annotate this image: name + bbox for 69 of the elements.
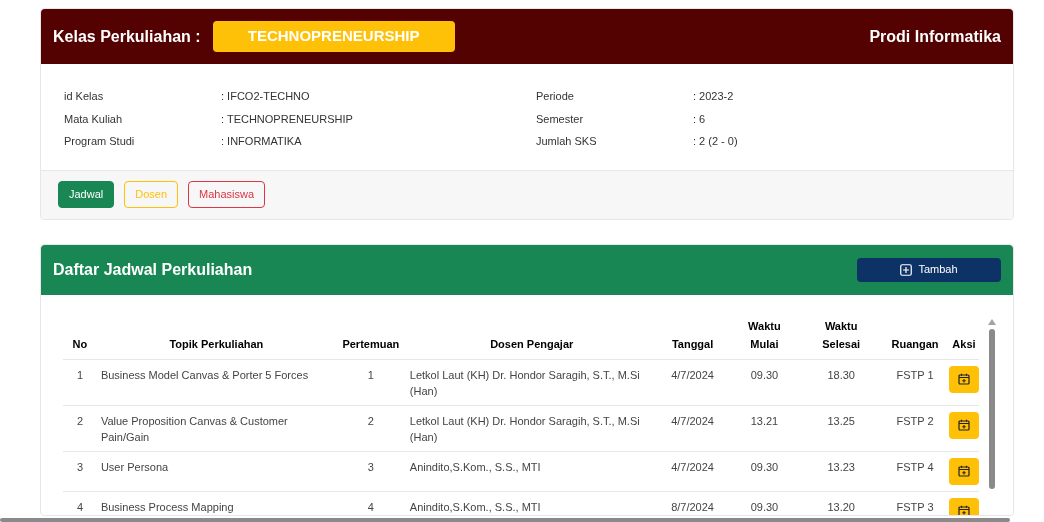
calendar-button[interactable] — [948, 411, 979, 439]
table-cell: 2 — [76, 414, 83, 427]
column-header: Tanggal — [671, 337, 714, 350]
table-cell: Business Model Canvas & Porter 5 Forces — [100, 368, 309, 381]
field-label: Semester — [536, 111, 585, 127]
calendar-button[interactable] — [948, 457, 979, 485]
card-title: Kelas Perkuliahan : — [53, 26, 201, 47]
table-cell: 13.25 — [827, 414, 855, 427]
course-title: TECHNOPRENEURSHIP — [212, 21, 455, 52]
table-cell: 4 — [76, 500, 83, 513]
table-cell: 13.20 — [827, 500, 855, 513]
field-value: : 2023-2 — [693, 89, 734, 104]
column-header: No — [72, 337, 88, 350]
card-title: Daftar Jadwal Perkuliahan — [53, 259, 253, 280]
column-header: Waktu Mulai — [747, 318, 782, 352]
tab-button[interactable]: Jadwal — [58, 181, 115, 208]
table-cell: FSTP 3 — [896, 500, 934, 513]
field-label: Mata Kuliah — [64, 111, 124, 127]
field-value: : TECHNOPRENEURSHIP — [221, 111, 353, 127]
column-header: Pertemuan — [342, 337, 400, 350]
field-value: : 6 — [693, 111, 706, 127]
program-title: Prodi Informatika — [869, 26, 1001, 47]
tab-button[interactable]: Mahasiswa — [188, 181, 266, 208]
field-value: : IFCO2-TECHNO — [221, 89, 310, 104]
plus-square-icon — [900, 263, 913, 276]
table-cell: 2 — [367, 414, 374, 427]
table-cell: 4/7/2024 — [671, 368, 714, 381]
table-cell: 09.30 — [750, 368, 779, 381]
calendar-plus-icon — [957, 419, 970, 431]
field-label: Program Studi — [64, 134, 136, 149]
table-cell: Anindito,S.Kom., S.S., MTI — [409, 500, 541, 513]
table-cell: 3 — [367, 460, 374, 473]
column-header: Dosen Pengajar — [490, 337, 574, 350]
table-cell: 13.21 — [750, 414, 779, 427]
field-label: id Kelas — [64, 89, 105, 104]
table-cell: FSTP 1 — [896, 368, 934, 381]
table-cell: 09.30 — [750, 460, 779, 473]
table-cell: Letkol Laut (KH) Dr. Hondor Saragih, S.T., M.Si (Han) — [409, 368, 640, 397]
column-header: Ruangan — [891, 337, 939, 350]
table-cell: Letkol Laut (KH) Dr. Hondor Saragih, S.T., M.Si (Han) — [409, 414, 640, 443]
table-cell: User Persona — [100, 460, 169, 473]
table-cell: 4/7/2024 — [671, 460, 714, 473]
table-cell: 18.30 — [827, 368, 855, 381]
table-cell: 13.23 — [827, 460, 855, 473]
table-cell: 4/7/2024 — [671, 414, 714, 427]
table-cell: FSTP 4 — [896, 460, 934, 473]
calendar-plus-icon — [957, 465, 970, 477]
table-cell: 1 — [367, 368, 374, 381]
calendar-button[interactable] — [948, 365, 979, 393]
table-cell: 3 — [76, 460, 83, 473]
column-header: Waktu Selesai — [821, 318, 862, 352]
table-cell: 4 — [367, 500, 374, 513]
table-cell: Anindito,S.Kom., S.S., MTI — [409, 460, 541, 473]
add-button[interactable]: Tambah — [857, 257, 1001, 282]
table-cell: FSTP 2 — [896, 414, 934, 427]
table-cell: 8/7/2024 — [671, 500, 714, 513]
field-label: Jumlah SKS — [536, 134, 598, 149]
table-cell: Value Proposition Canvas & Customer Pain/Gain — [100, 414, 288, 443]
table-cell: 09.30 — [750, 500, 779, 513]
table-cell: Business Process Mapping — [100, 500, 234, 513]
field-value: : 2 (2 - 0) — [693, 134, 738, 149]
calendar-plus-icon — [957, 373, 970, 385]
field-value: : INFORMATIKA — [221, 134, 302, 149]
field-label: Periode — [536, 89, 575, 104]
horizontal-scrollbar[interactable] — [0, 518, 1010, 522]
column-header: Aksi — [952, 337, 976, 350]
column-header: Topik Perkuliahan — [169, 337, 264, 350]
calendar-plus-icon — [957, 505, 970, 515]
table-cell: 1 — [76, 368, 83, 381]
